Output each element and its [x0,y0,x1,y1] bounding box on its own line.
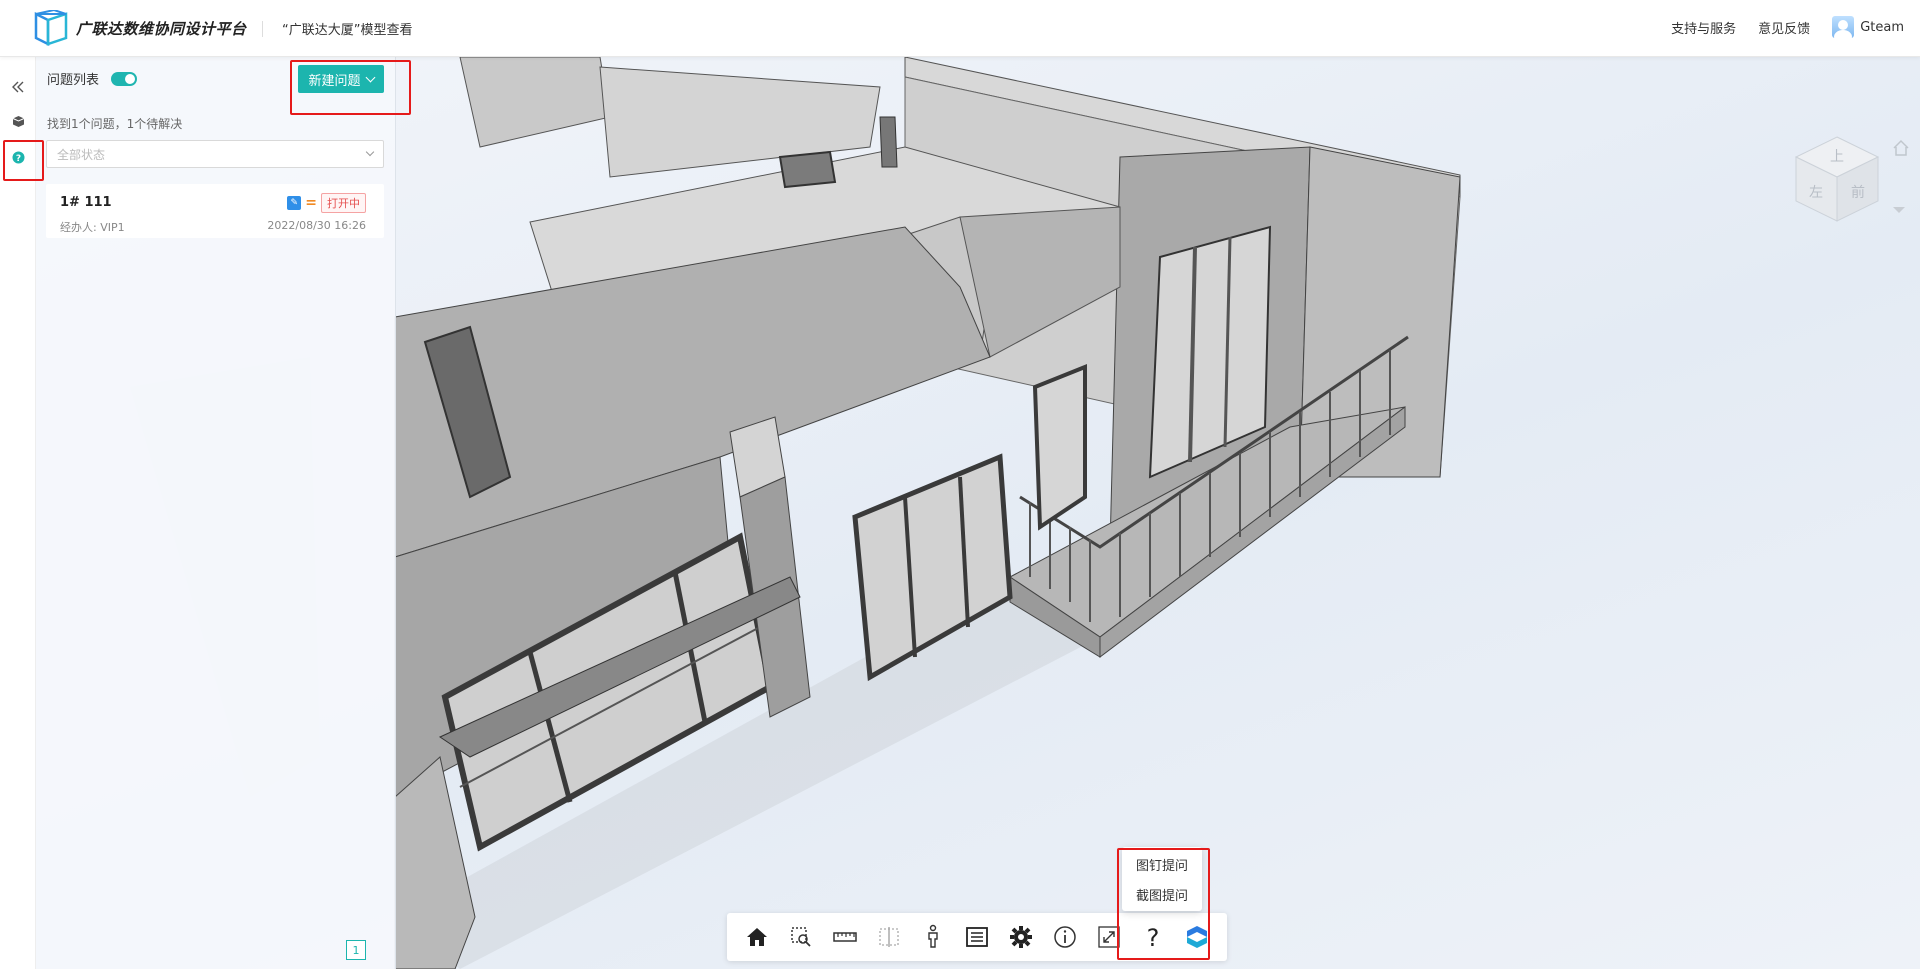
issue-list-toggle[interactable] [111,72,137,86]
issue-badges: ✎ = 打开中 [287,193,366,213]
viewcube-home-icon[interactable] [1892,139,1910,157]
left-icon-bar: ? [0,57,36,969]
status-filter-placeholder: 全部状态 [57,147,106,162]
viewcube-left-label: 左 [1809,185,1823,201]
issue-title: 1# 111 [60,195,112,210]
status-badge: 打开中 [321,193,366,213]
new-issue-label: 新建问题 [308,73,361,89]
support-link[interactable]: 支持与服务 [1671,18,1736,37]
zoom-box-icon[interactable] [779,917,823,957]
viewer-toolbar: ? [727,913,1227,961]
question-icon[interactable]: ? [1131,917,1175,957]
status-filter-select[interactable]: 全部状态 [46,140,384,168]
edit-icon[interactable]: ✎ [287,196,302,210]
issue-date: 2022/08/30 16:26 [267,219,366,232]
question-circle-icon[interactable]: ? [6,145,30,169]
issue-summary: 找到1个问题，1个待解决 [47,117,183,131]
brand-logo-icon[interactable] [1175,917,1219,957]
person-walk-icon[interactable] [911,917,955,957]
new-issue-button[interactable]: 新建问题 [298,65,384,93]
svg-text:?: ? [15,154,20,164]
screenshot-issue-menu-item[interactable]: 截图提问 [1122,879,1202,909]
panel-title: 问题列表 [47,73,100,88]
fullscreen-icon[interactable] [1087,917,1131,957]
model-cube-icon[interactable] [6,109,30,133]
header-actions: 支持与服务 意见反馈 Gteam [1671,16,1904,38]
issues-panel: 问题列表 新建问题 找到1个问题，1个待解决 全部状态 1# 111 ✎ = 打… [36,57,396,969]
brand-logo-icon [34,10,68,46]
viewcube-menu-icon[interactable] [1892,205,1906,215]
issue-popup-menu: 图钉提问 截图提问 [1122,847,1202,911]
username: Gteam [1860,19,1904,35]
viewcube-top-label: 上 [1830,149,1844,165]
double-chevron-left-icon[interactable] [6,75,30,99]
chevron-down-icon [365,72,375,82]
property-list-icon[interactable] [955,917,999,957]
section-box-icon[interactable] [867,917,911,957]
svg-text:?: ? [1147,924,1160,950]
project-title: “广联达大厦”模型查看 [282,23,413,38]
settings-gear-icon[interactable] [999,917,1043,957]
view-cube[interactable]: 上 左 前 [1792,135,1882,225]
home-icon[interactable] [735,917,779,957]
issue-assignee: 经办人: VIP1 [60,221,125,234]
viewcube-front-label: 前 [1851,184,1865,201]
pagination-page[interactable]: 1 [346,940,366,960]
measure-ruler-icon[interactable] [823,917,867,957]
avatar [1832,16,1855,38]
user-menu[interactable]: Gteam [1832,16,1904,38]
feedback-link[interactable]: 意见反馈 [1758,18,1810,37]
info-icon[interactable] [1043,917,1087,957]
pin-issue-menu-item[interactable]: 图钉提问 [1122,849,1202,879]
top-header: 广联达数维协同设计平台 “广联达大厦”模型查看 支持与服务 意见反馈 Gteam [0,0,1920,57]
brand-title: 广联达数维协同设计平台 [76,20,247,38]
header-divider [262,21,263,37]
issue-list-item[interactable]: 1# 111 ✎ = 打开中 经办人: VIP1 2022/08/30 16:2… [46,184,384,238]
chevron-down-icon [365,147,375,157]
priority-medium-icon: = [305,195,317,211]
